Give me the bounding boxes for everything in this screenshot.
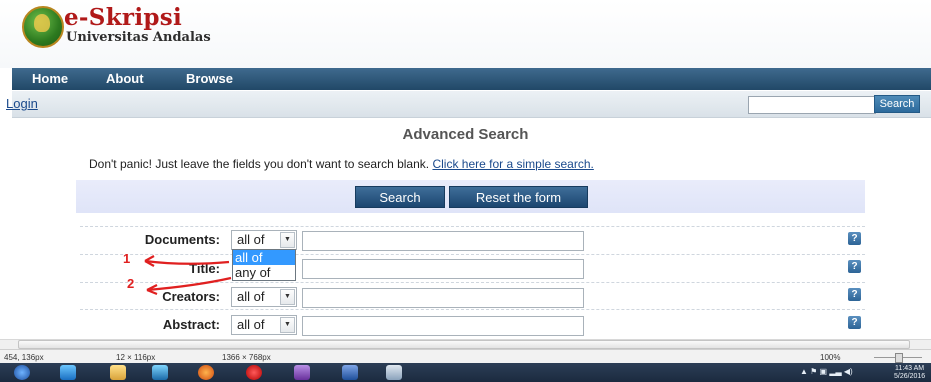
clock-date: 5/26/2016	[894, 373, 926, 380]
annotation-label-1: 1	[123, 251, 131, 266]
clock-time: 11:43 AM	[895, 365, 925, 372]
annotation-arrow-1	[144, 259, 230, 265]
screen-size: 1366 × 768px	[222, 353, 271, 362]
system-tray[interactable]: ▲ ⚑ ▣ ▂▃ ◀)	[800, 367, 853, 376]
taskbar	[0, 363, 931, 382]
media-icon[interactable]	[152, 365, 168, 380]
system-clock[interactable]: 11:43 AM 5/26/2016	[894, 365, 925, 381]
annotation-label-2: 2	[127, 276, 135, 291]
opera-icon[interactable]	[246, 365, 262, 380]
vs-icon[interactable]	[294, 365, 310, 380]
zoom-level[interactable]: 100%	[820, 353, 840, 362]
zoom-slider-handle[interactable]	[895, 353, 903, 363]
ie-icon[interactable]	[60, 365, 76, 380]
selection-size: 12 × 116px	[116, 353, 156, 362]
annotation-arrows	[144, 255, 232, 296]
status-bar: 454, 136px 12 × 116px 1366 × 768px 100%	[0, 349, 931, 364]
word-icon[interactable]	[342, 365, 358, 380]
annotation-arrow-2	[146, 276, 232, 292]
paint-icon[interactable]	[386, 365, 402, 380]
start-orb-icon[interactable]	[14, 365, 30, 380]
cursor-position: 454, 136px	[4, 353, 44, 362]
scrollbar-thumb[interactable]	[18, 340, 910, 349]
folder-icon[interactable]	[110, 365, 126, 380]
firefox-icon[interactable]	[198, 365, 214, 380]
